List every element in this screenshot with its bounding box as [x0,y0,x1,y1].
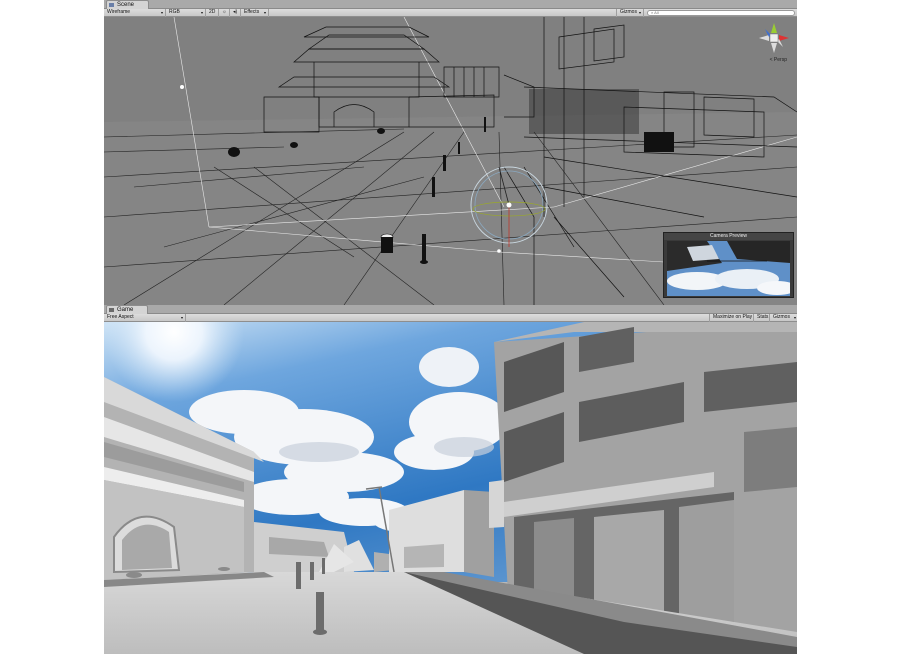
scene-panel: Scene Wireframe ▾ RGB ▾ 2D ☼ ◂) Effects … [104,0,797,305]
tab-scene[interactable]: Scene [106,0,150,9]
render-mode-label: Wireframe [107,9,131,15]
tab-scene-label: Scene [117,2,135,8]
camera-preview-view [667,241,790,296]
camera-preview: Camera Preview [663,232,794,298]
effects-dropdown[interactable]: Effects ▾ [241,9,269,17]
camera-preview-title: Camera Preview [664,233,793,240]
aspect-dropdown[interactable]: Free Aspect ▾ [104,314,186,322]
chevron-down-icon: ▾ [180,315,183,320]
stats-label: Stats [757,314,769,320]
color-mode-dropdown[interactable]: RGB ▾ [166,9,206,17]
mode-2d-toggle[interactable]: 2D [206,9,219,17]
chevron-down-icon: ▾ [793,315,796,320]
game-tab-bar: Game [104,305,797,314]
scene-tab-bar: Scene [104,0,797,9]
chevron-down-icon: ▾ [263,10,266,15]
game-gizmos-label: Gizmos [773,314,790,320]
game-toolbar: Free Aspect ▾ Maximize on Play Stats Giz… [104,314,797,322]
scene-tab-icon [109,3,114,7]
maximize-on-play-toggle[interactable]: Maximize on Play [709,314,754,322]
light-toggle-icon: ☼ [222,9,227,15]
scene-search-input[interactable]: ⌕ All [647,10,795,16]
tab-game[interactable]: Game [106,305,149,314]
persp-label[interactable]: < Persp [770,57,787,63]
search-placeholder: All [654,10,659,15]
light-toggle[interactable]: ☼ [219,9,230,17]
audio-toggle[interactable]: ◂) [230,9,241,17]
chevron-down-icon: ▾ [160,10,163,15]
chevron-down-icon: ▾ [638,10,641,15]
aspect-label: Free Aspect [107,314,134,320]
maximize-on-play-label: Maximize on Play [713,314,753,320]
tab-game-label: Game [117,307,134,313]
game-render [104,322,797,654]
scene-gizmo-icon[interactable] [757,21,791,55]
search-icon: ⌕ [651,10,654,15]
game-panel: Game Free Aspect ▾ Maximize on Play Stat… [104,305,797,654]
scene-viewport[interactable]: < Persp Camera Preview [104,17,797,305]
mode-2d-label: 2D [209,9,216,15]
audio-toggle-icon: ◂) [233,9,238,15]
game-viewport[interactable] [104,322,797,654]
game-gizmos-dropdown[interactable]: Gizmos ▾ [770,314,797,322]
scene-gizmos-dropdown[interactable]: Gizmos ▾ [616,9,644,17]
stats-toggle[interactable]: Stats [754,314,770,322]
effects-label: Effects [244,9,260,15]
game-tab-icon [109,308,114,312]
chevron-down-icon: ▾ [200,10,203,15]
scene-toolbar: Wireframe ▾ RGB ▾ 2D ☼ ◂) Effects ▾ Gizm… [104,9,797,17]
scene-gizmos-label: Gizmos [620,9,637,15]
color-mode-label: RGB [169,9,180,15]
render-mode-dropdown[interactable]: Wireframe ▾ [104,9,166,17]
